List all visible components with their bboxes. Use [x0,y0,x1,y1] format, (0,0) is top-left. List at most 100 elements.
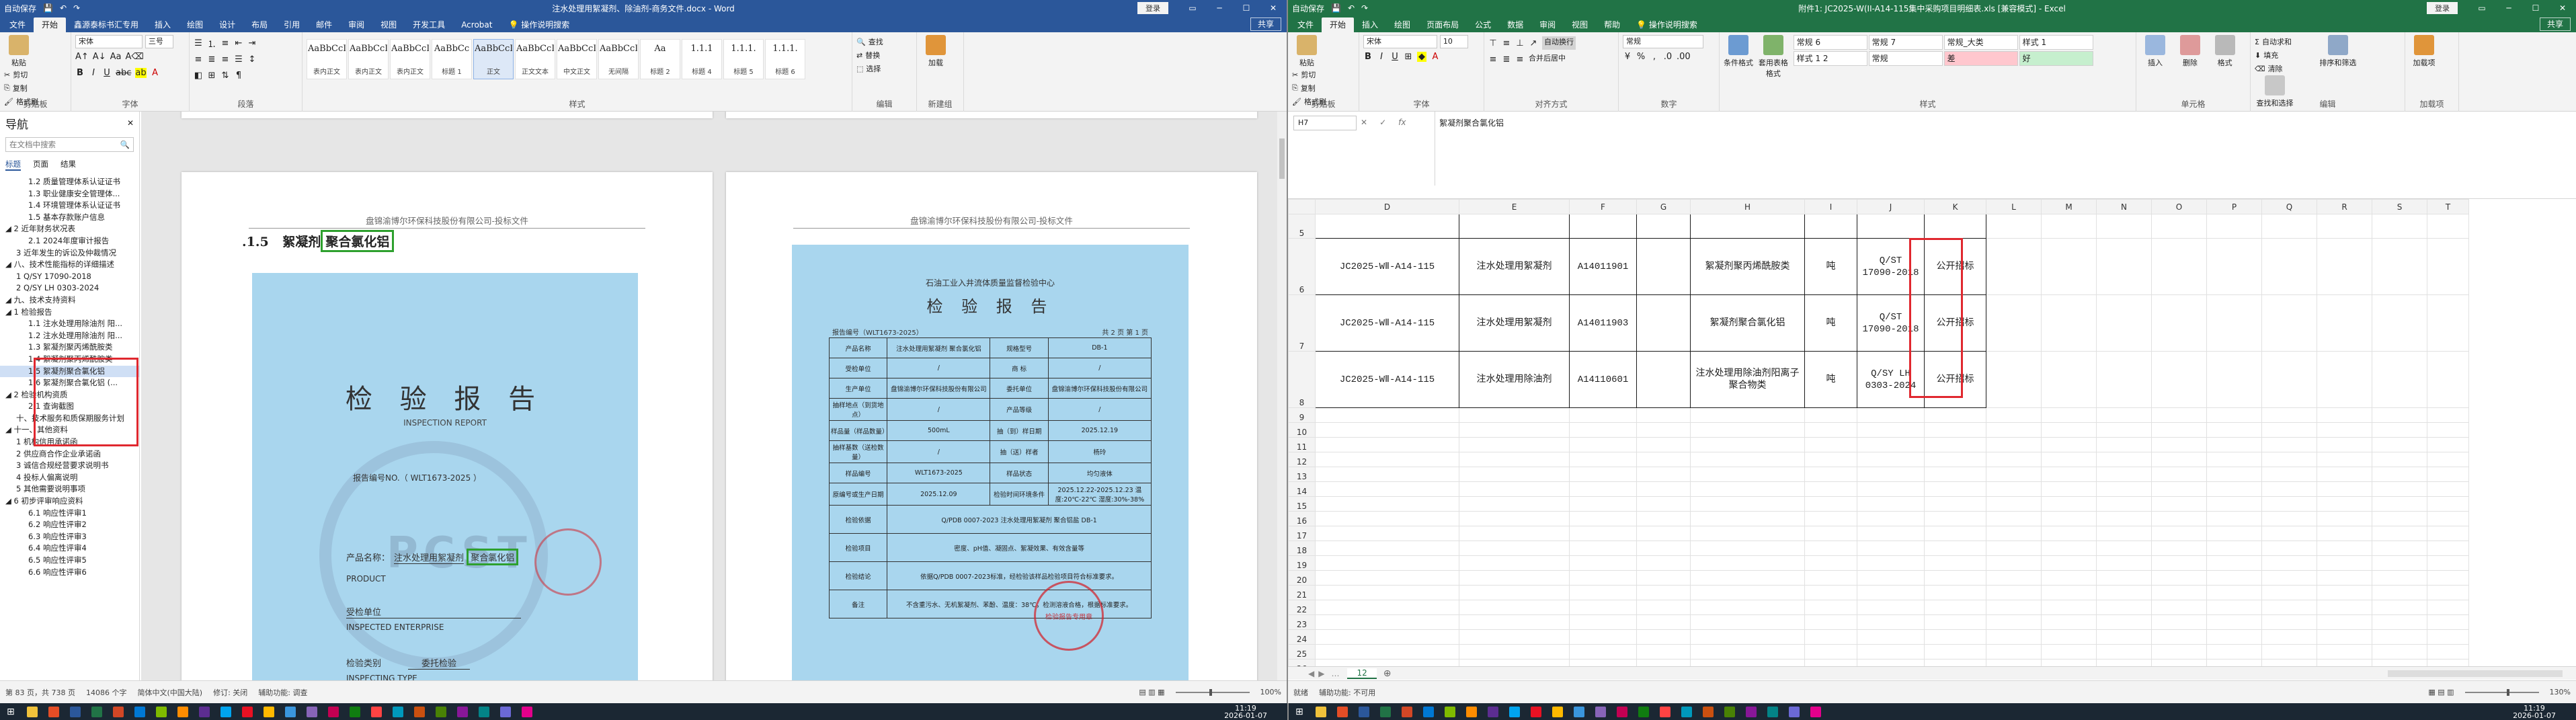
paste-button[interactable]: 粘贴 [4,35,34,68]
cell-G[interactable] [1636,407,1691,423]
cell-Q[interactable] [2261,614,2317,630]
cell-S[interactable] [2372,452,2427,467]
delete-cells-button[interactable]: 删除 [2175,35,2205,68]
taskbar-app-icon[interactable] [521,706,532,717]
cell-F[interactable] [1569,467,1637,482]
cell-R[interactable] [2317,570,2372,586]
zoom-level[interactable]: 100% [1260,688,1281,696]
cell-K[interactable] [1924,214,1986,239]
cell-S[interactable] [2372,407,2427,423]
cell-I[interactable] [1804,437,1857,452]
cell-G[interactable] [1636,644,1691,659]
add-sheet-icon[interactable]: ⊕ [1383,668,1392,679]
taskbar-app-icon[interactable] [1315,706,1326,717]
cell-I[interactable] [1804,511,1857,526]
cell-F[interactable] [1569,496,1637,512]
cell-J[interactable] [1857,481,1925,497]
cell-F[interactable] [1569,629,1637,645]
cell-T[interactable] [2427,294,2469,352]
cell-S[interactable] [2372,238,2427,295]
cell-L[interactable] [1986,629,2042,645]
cell-D[interactable] [1315,526,1459,541]
cell-H[interactable] [1690,644,1805,659]
taskbar-app-icon[interactable] [1573,706,1584,717]
cell-L[interactable] [1986,422,2042,438]
cell-I[interactable] [1804,614,1857,630]
nav-heading-item[interactable]: 2.1 2024年度审计报告 [0,235,139,247]
cell-L[interactable] [1986,511,2042,526]
cell-H[interactable] [1690,541,1805,556]
increase-decimal-icon[interactable]: .0 [1663,52,1673,62]
cell-F[interactable] [1569,511,1637,526]
cell-F[interactable]: A14011903 [1569,294,1637,352]
cell-E[interactable]: 注水处理用絮凝剂 [1459,294,1570,352]
cell-S[interactable] [2372,570,2427,586]
taskbar-app-icon[interactable] [1616,706,1627,717]
cell-K[interactable] [1924,555,1986,571]
nav-heading-item[interactable]: ◢ 2 近年财务状况表 [0,223,139,235]
cell-T[interactable] [2427,614,2469,630]
cell-R[interactable] [2317,585,2372,600]
formula-input[interactable]: 絮凝剂聚合氯化铝 [1435,112,2576,186]
cell-D[interactable] [1315,614,1459,630]
row-header[interactable]: 7 [1288,294,1316,352]
cell-G[interactable] [1636,238,1691,295]
cell-E[interactable] [1459,452,1570,467]
cell-I[interactable] [1804,452,1857,467]
row-header[interactable]: 21 [1288,585,1316,600]
align-top-icon[interactable]: ⊤ [1488,38,1498,48]
format-cells-button[interactable]: 格式 [2210,35,2240,68]
row-header[interactable]: 15 [1288,496,1316,512]
zoom-slider[interactable] [1175,688,1250,696]
cell-L[interactable] [1986,541,2042,556]
view-icons[interactable]: ▤ ▥ ▦ [1139,688,1164,696]
cell-I[interactable] [1804,541,1857,556]
cell-E[interactable] [1459,644,1570,659]
cell-D[interactable]: JC2025-WⅡ-A14-115 [1315,294,1459,352]
cell-D[interactable]: JC2025-WⅡ-A14-115 [1315,351,1459,408]
cell-T[interactable] [2427,570,2469,586]
cell-L[interactable] [1986,294,2042,352]
column-header[interactable]: D [1315,199,1459,214]
cell-I[interactable] [1804,422,1857,438]
cell-Q[interactable] [2261,214,2317,239]
cell-D[interactable] [1315,437,1459,452]
cell-style-item[interactable]: 样式 1 [2019,35,2093,50]
scroll-thumb[interactable] [1279,138,1285,179]
cell-F[interactable] [1569,600,1637,615]
taskbar-app-icon[interactable] [435,706,446,717]
column-header[interactable]: M [2041,199,2097,214]
cell-G[interactable] [1636,629,1691,645]
cell-S[interactable] [2372,351,2427,408]
taskbar-app-icon[interactable] [499,706,511,717]
cell-M[interactable] [2041,555,2097,571]
cell-Q[interactable] [2261,555,2317,571]
vertical-scrollbar[interactable] [1277,112,1287,680]
taskbar-app-icon[interactable] [91,706,102,717]
cell-O[interactable] [2151,294,2207,352]
taskbar-app-icon[interactable] [1810,706,1821,717]
cell-O[interactable] [2151,629,2207,645]
taskbar-app-icon[interactable] [241,706,253,717]
cell-O[interactable] [2151,437,2207,452]
style-item[interactable]: AaBbCcD 无间隔 [598,39,639,79]
cell-I[interactable]: 吨 [1804,294,1857,352]
increase-indent-icon[interactable]: ⇥ [247,38,257,48]
cell-N[interactable] [2096,496,2152,512]
cell-E[interactable] [1459,629,1570,645]
cell-I[interactable] [1804,600,1857,615]
cell-G[interactable] [1636,585,1691,600]
taskbar-app-icon[interactable] [112,706,124,717]
cell-R[interactable] [2317,629,2372,645]
paste-button[interactable]: 粘贴 [1292,35,1322,68]
taskbar-app-icon[interactable] [263,706,274,717]
cell-N[interactable] [2096,481,2152,497]
cell-F[interactable] [1569,422,1637,438]
word-count[interactable]: 14086 个字 [86,687,127,698]
cell-P[interactable] [2206,238,2262,295]
cell-N[interactable] [2096,555,2152,571]
cell-H[interactable] [1690,422,1805,438]
align-left-icon[interactable]: ≡ [1488,54,1498,65]
copy-button[interactable]: ⎘ 复制 [1292,81,1326,95]
taskbar-app-icon[interactable] [1379,706,1391,717]
